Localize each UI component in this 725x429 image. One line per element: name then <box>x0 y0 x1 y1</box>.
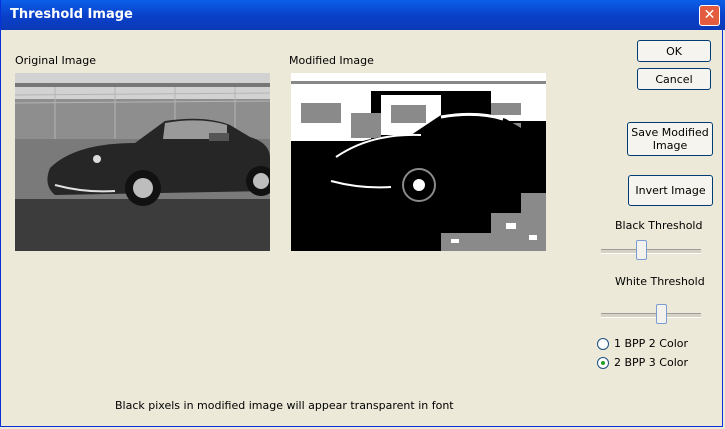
white-threshold-label: White Threshold <box>615 275 705 288</box>
invert-image-button[interactable]: Invert Image <box>628 175 713 206</box>
transparency-note: Black pixels in modified image will appe… <box>115 399 454 412</box>
threshold-dialog: Threshold Image ✕ Original Image Modifie… <box>0 0 725 427</box>
modified-image-label: Modified Image <box>289 54 374 67</box>
black-threshold-label: Black Threshold <box>615 219 703 232</box>
black-threshold-track <box>601 249 701 254</box>
original-image <box>15 73 270 251</box>
radio-2bpp-3color[interactable] <box>597 357 609 369</box>
close-button[interactable]: ✕ <box>699 5 720 26</box>
radio-1bpp-2color-label: 1 BPP 2 Color <box>614 337 689 350</box>
title-bar[interactable]: Threshold Image ✕ <box>1 0 725 30</box>
modified-image <box>291 73 546 251</box>
cancel-button[interactable]: Cancel <box>637 68 711 90</box>
window-title: Threshold Image <box>10 7 133 22</box>
radio-1bpp-2color[interactable] <box>597 338 609 350</box>
ok-button[interactable]: OK <box>637 40 711 62</box>
white-threshold-slider[interactable] <box>655 304 667 324</box>
white-threshold-track <box>601 313 701 318</box>
radio-2bpp-3color-label: 2 BPP 3 Color <box>614 356 689 369</box>
original-image-label: Original Image <box>15 54 96 67</box>
save-modified-image-button[interactable]: Save Modified Image <box>627 122 713 156</box>
black-threshold-slider[interactable] <box>635 240 647 260</box>
